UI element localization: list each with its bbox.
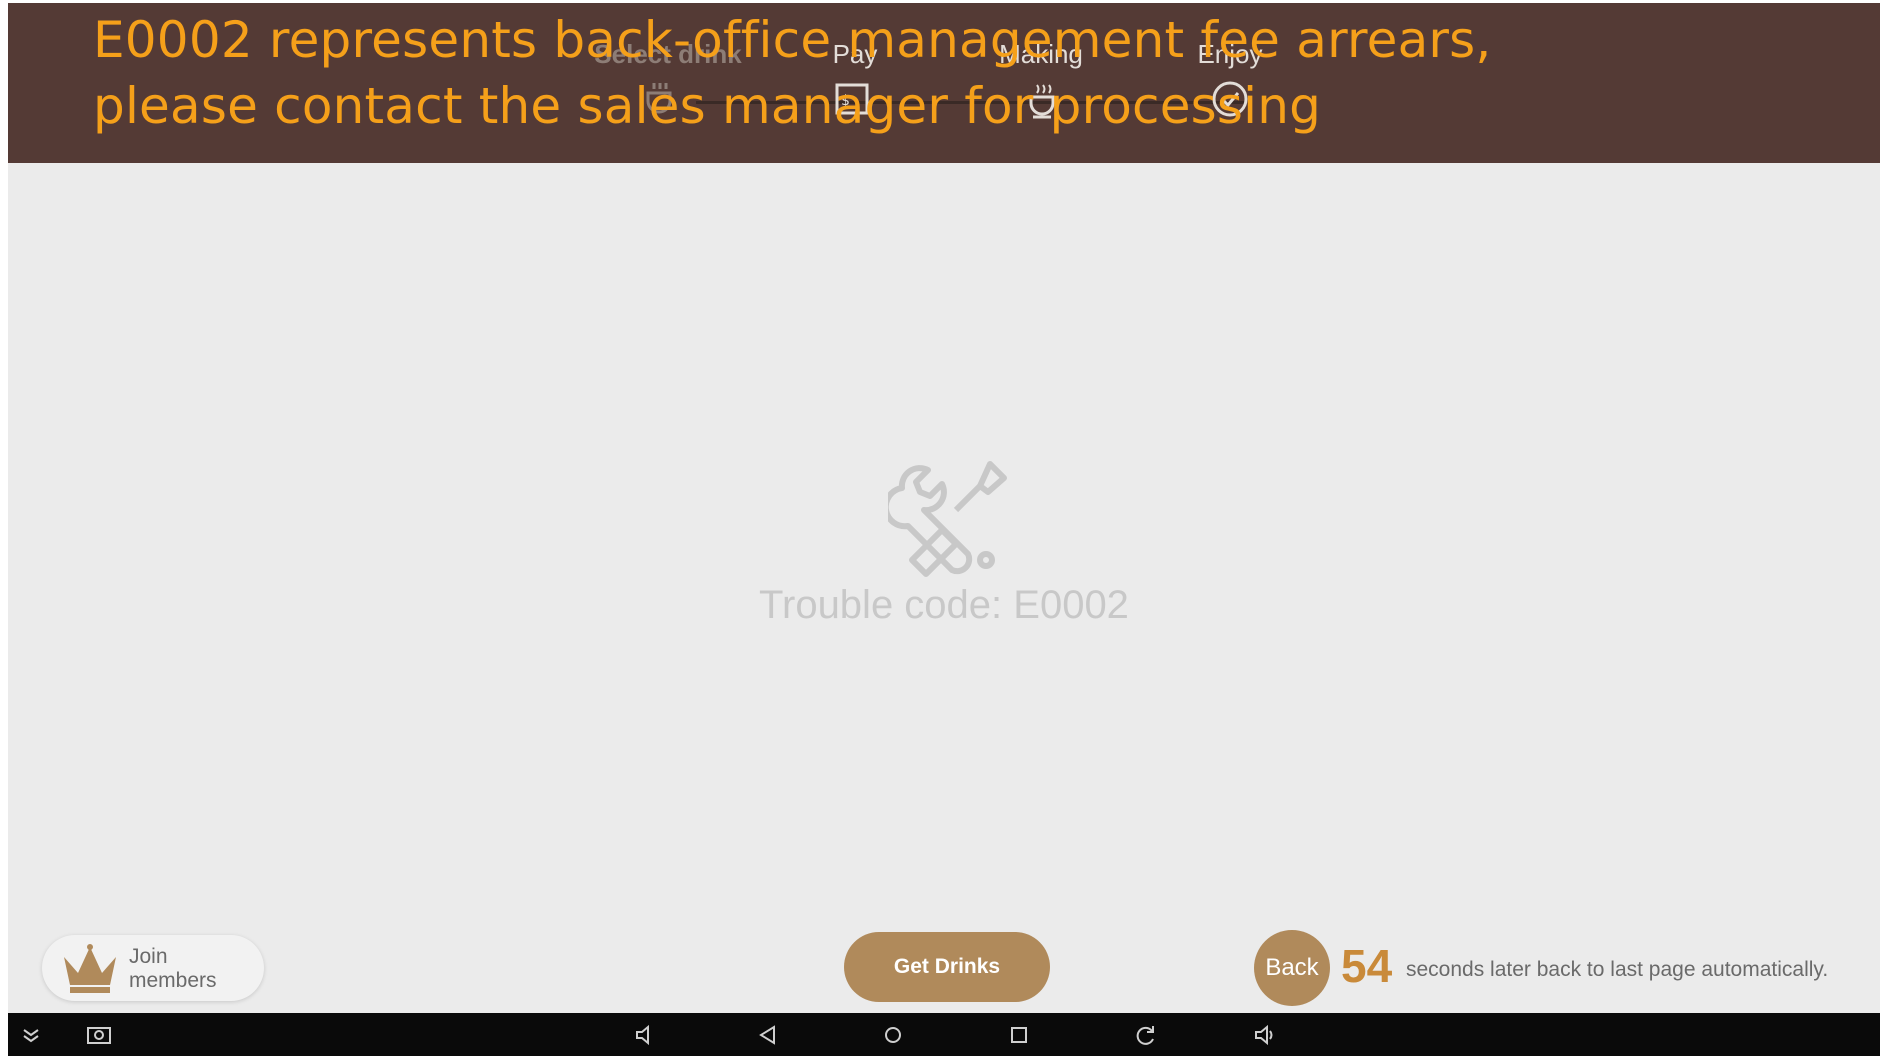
join-members-button[interactable]: Join members — [42, 935, 264, 1001]
countdown-number: 54 — [1341, 940, 1393, 992]
recents-square-icon[interactable] — [1004, 1020, 1034, 1050]
error-notice: E0002 represents back-office management … — [93, 7, 1492, 139]
notice-line-2: please contact the sales manager for pro… — [93, 77, 1322, 135]
rotate-icon[interactable] — [1130, 1020, 1160, 1050]
crown-icon — [64, 944, 116, 993]
home-circle-icon[interactable] — [878, 1020, 908, 1050]
volume-up-icon[interactable] — [1250, 1020, 1280, 1050]
trouble-code: Trouble code: E0002 — [759, 583, 1129, 627]
countdown-text: seconds later back to last page automati… — [1406, 958, 1829, 981]
volume-down-icon[interactable] — [630, 1020, 660, 1050]
back-button[interactable]: Back — [1254, 930, 1330, 1006]
notice-line-1: E0002 represents back-office management … — [93, 11, 1492, 69]
system-nav-bar — [8, 1013, 1880, 1056]
tools-icon — [888, 461, 1007, 577]
header-bar: Select drink Pay Making Enjoy $ E0002 re… — [8, 3, 1880, 163]
get-drinks-button[interactable]: Get Drinks — [844, 932, 1050, 1002]
back-triangle-icon[interactable] — [753, 1020, 783, 1050]
kiosk-screen: Select drink Pay Making Enjoy $ E0002 re… — [8, 3, 1880, 1056]
collapse-icon[interactable] — [16, 1020, 46, 1050]
screenshot-icon[interactable] — [84, 1020, 114, 1050]
join-members-label: Join members — [129, 945, 217, 992]
